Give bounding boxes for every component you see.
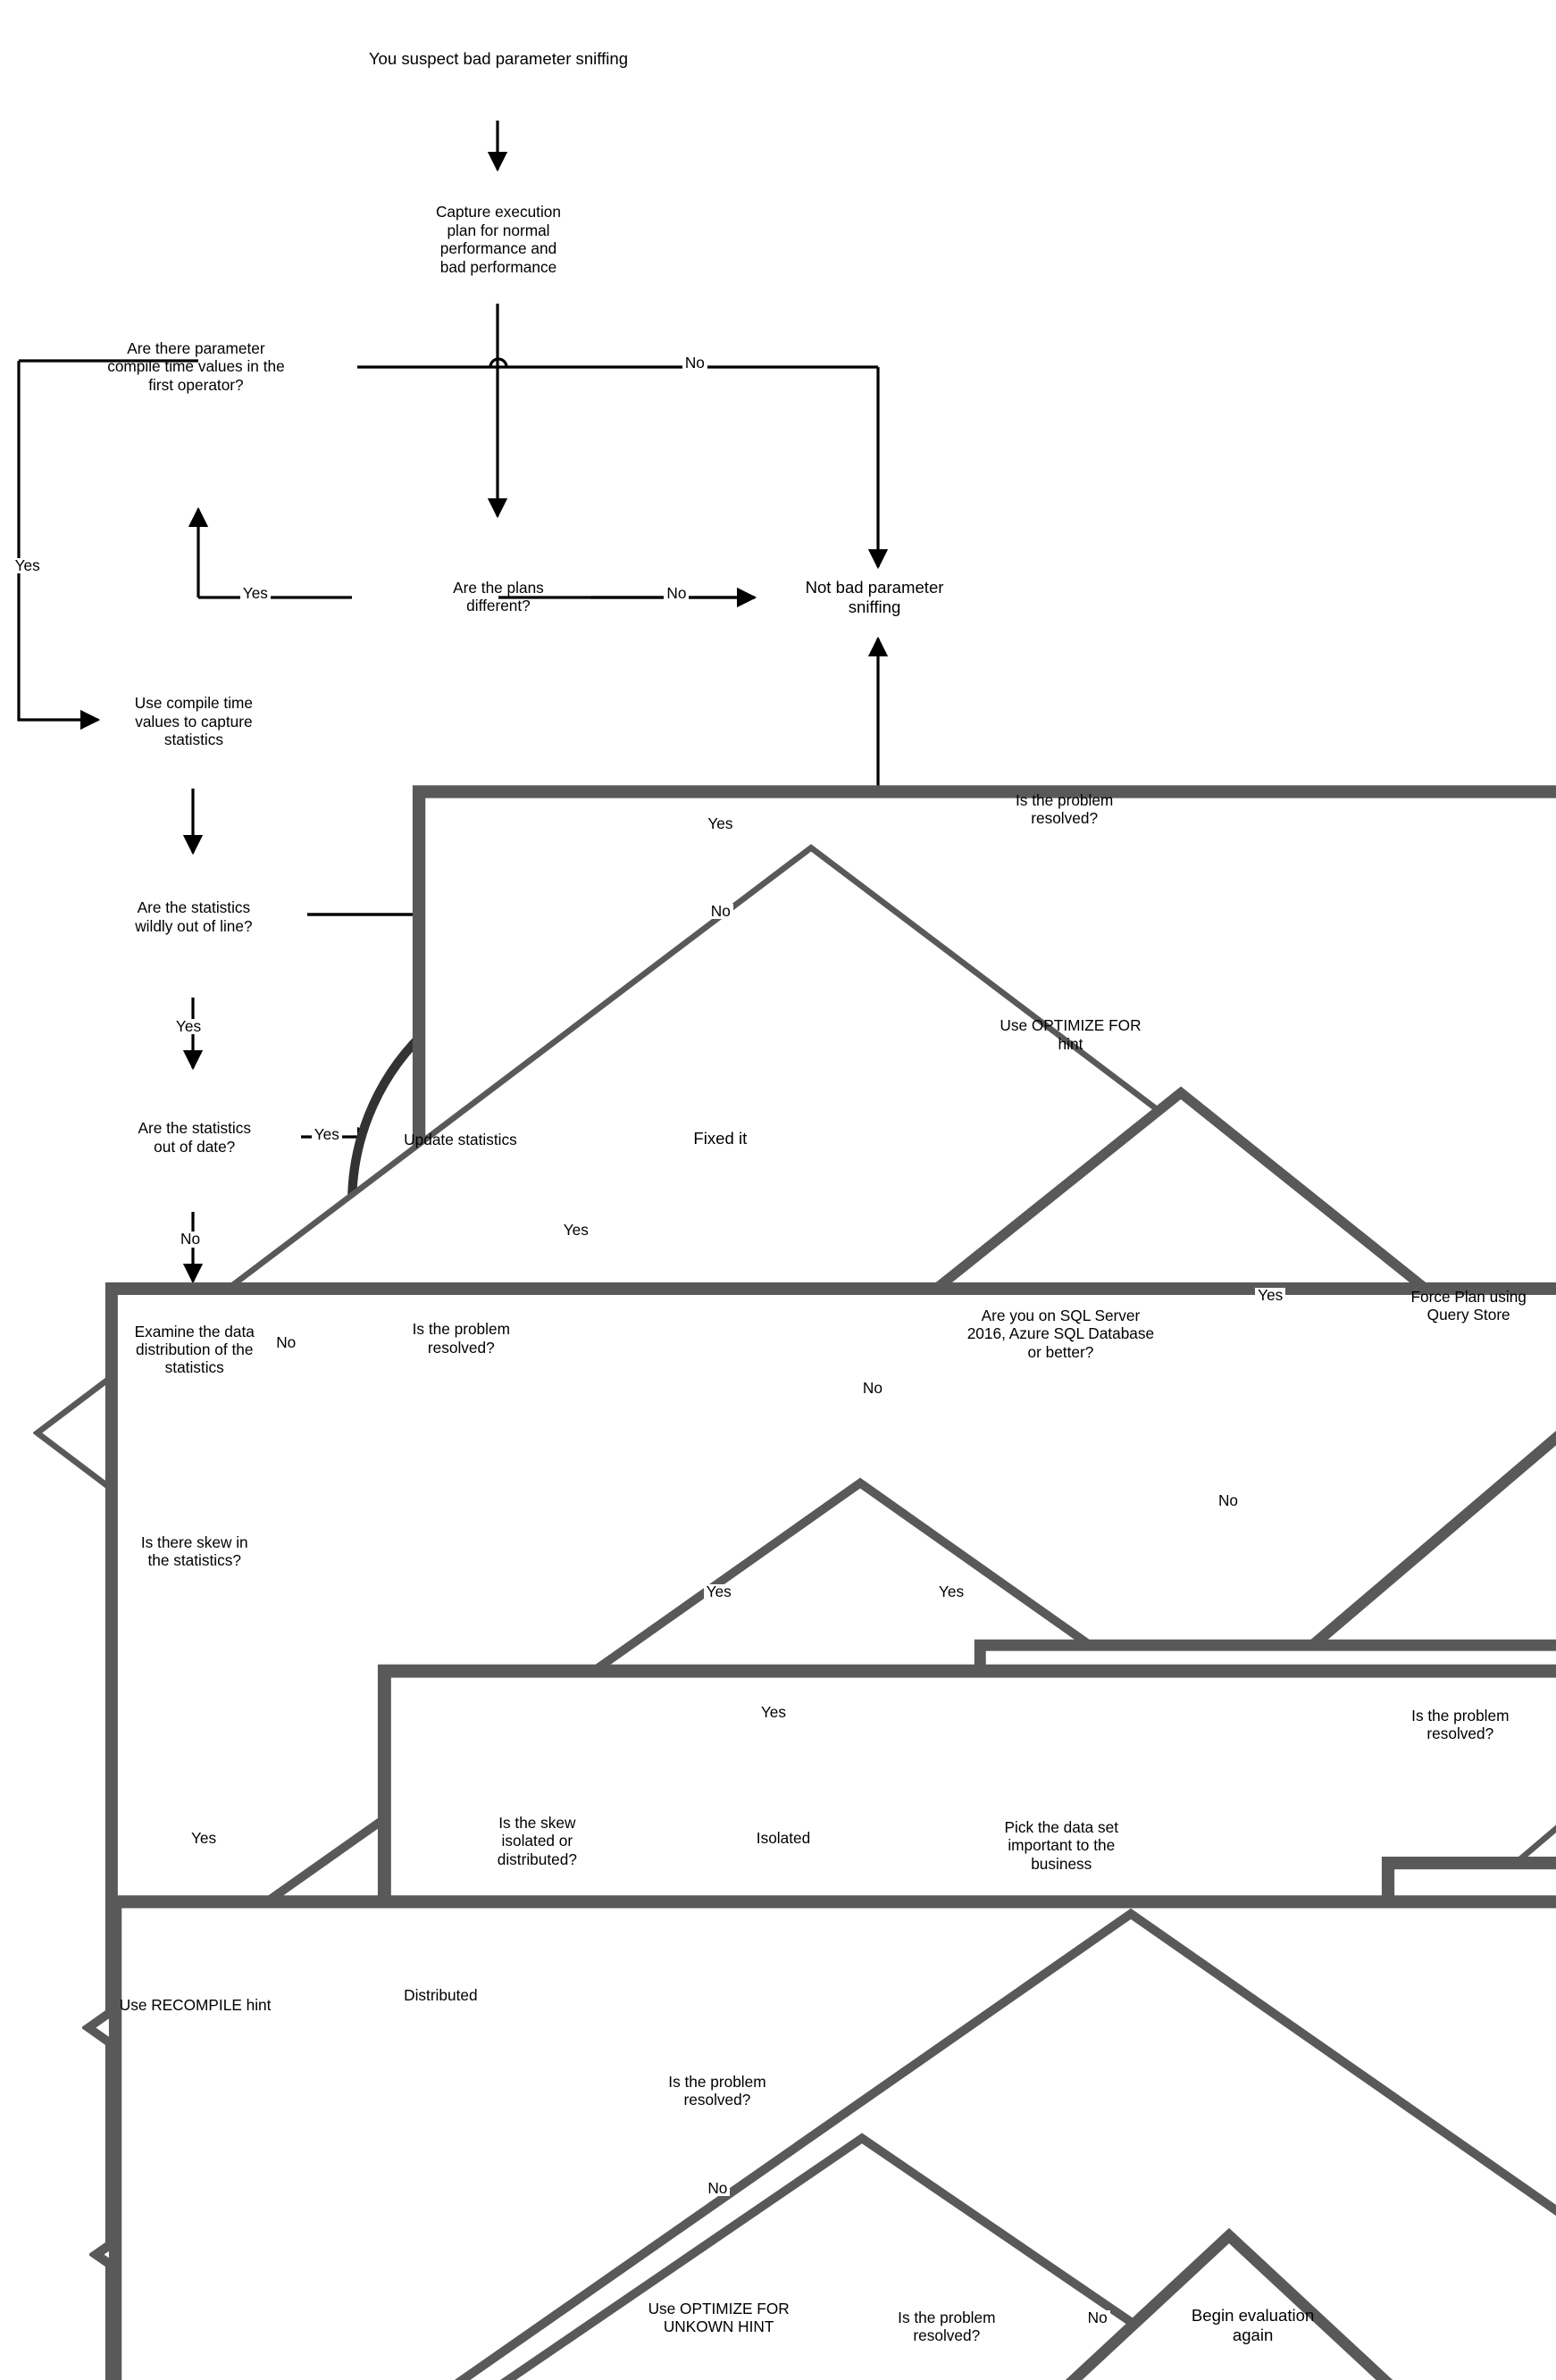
edge-label-lbl-yes-res1: Yes [705,816,736,832]
node-problemRes1[interactable]: Is the problem resolved? [976,734,1556,2380]
edge-label-lbl-distributed: Distributed [401,1987,481,2003]
node-problemRes4[interactable]: Is the problem resolved? [628,2015,807,2167]
edge-label-lbl-no-res2: No [273,1334,299,1351]
node-pickDataSet[interactable]: Pick the data set important to the busin… [974,1781,1149,1910]
edge-label-lbl-yes-sql: Yes [1255,1288,1286,1304]
edge-label-lbl-no-force: No [1215,1492,1241,1509]
edge-label-lbl-no-plans: No [664,585,690,601]
edge-label-lbl-yes-skew2: Yes [703,1584,734,1600]
node-compileVals[interactable]: Are there parameter compile time values … [33,243,1556,2023]
edge-label-lbl-yes-sql2: Yes [935,1584,967,1600]
edge-label-lbl-yes-wild: Yes [172,1018,205,1035]
edge-label-lbl-isolated: Isolated [753,1830,814,1847]
flowchart-canvas: You suspect bad parameter sniffing Captur… [0,0,1556,2380]
node-notBad[interactable]: Not bad parameter sniffing [763,561,1556,2005]
node-problemRes5[interactable]: Is the problem resolved? [857,2251,1036,2380]
edge-label-lbl-no-1: No [682,355,707,372]
edge-label-lbl-yes-res2: Yes [560,1222,591,1239]
node-shape-terminator [1155,2289,1556,2380]
edge-label-lbl-yes-old: Yes [311,1126,342,1143]
node-beginAgain[interactable]: Begin evaluation again [1155,2289,1351,2362]
edge-label-lbl-yes-res3: Yes [757,1704,790,1721]
node-start[interactable]: You suspect bad parameter sniffing [347,13,1556,1443]
node-problemRes2[interactable]: Is the problem resolved? [353,1262,1556,2380]
edge-label-lbl-yes-skew: Yes [188,1830,220,1847]
edge-label-lbl-no-res5: No [1084,2309,1110,2326]
edge-label-lbl-no-wild: No [707,903,733,919]
node-skewKind[interactable]: Is the skew isolated or distributed? [451,1761,1393,2380]
node-statsOld[interactable]: Are the statistics out of date? [89,1065,1556,2380]
edge-label-lbl-no-fixed: No [859,1380,885,1397]
edge-label-lbl-no-old: No [178,1232,204,1248]
node-examineDist[interactable]: Examine the data distribution of the sta… [108,1285,1556,2380]
edge-label-lbl-no-res4: No [705,2180,731,2197]
node-statsWild[interactable]: Are the statistics wildly out of line? [81,838,1556,2380]
node-fixedIt[interactable]: Fixed it [638,1108,1556,2380]
node-optimizeUnk[interactable]: Use OPTIMIZE FOR UNKOWN HINT [626,2240,812,2380]
node-useCompile[interactable]: Use compile time values to capture stati… [105,657,1556,2380]
node-updateStats[interactable]: Update statistics [377,1075,1556,2380]
node-plansDiff[interactable]: Are the plans different? [402,520,1556,2334]
node-skew[interactable]: Is there skew in the statistics? [84,1475,1224,2380]
edge-label-lbl-yes-plans: Yes [239,585,271,601]
edge-label-lbl-yes-left: Yes [12,557,43,574]
node-recompile[interactable]: Use RECOMPILE hint [106,1941,284,2070]
